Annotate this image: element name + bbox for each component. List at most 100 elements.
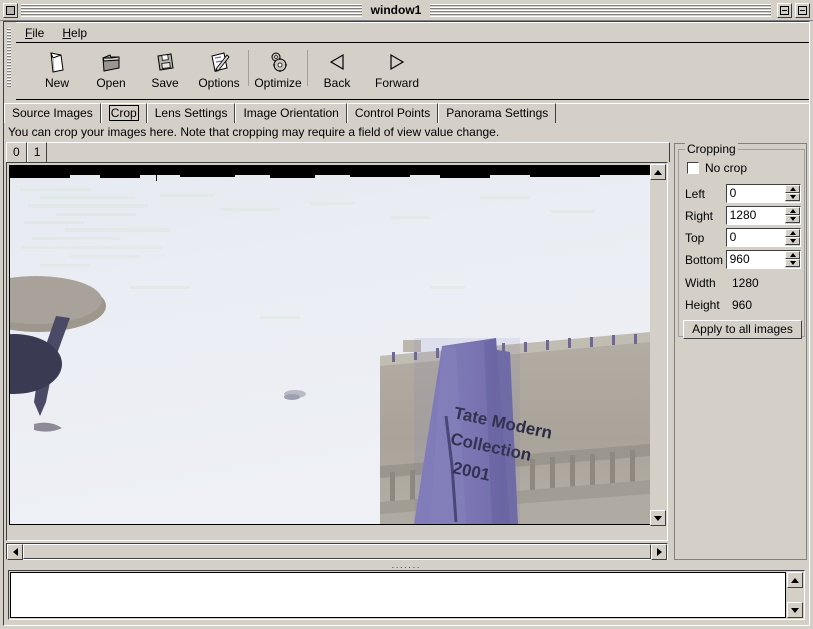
image-canvas[interactable]: Tate Modern Collection 2001 bbox=[9, 165, 651, 525]
image-tab-1[interactable]: 1 bbox=[27, 142, 48, 162]
toolbar-open-button[interactable]: Open bbox=[84, 44, 138, 96]
apply-to-all-images-button[interactable]: Apply to all images bbox=[683, 320, 802, 339]
menu-help-label-rest: elp bbox=[71, 26, 87, 40]
system-menu-button[interactable] bbox=[3, 3, 18, 18]
crop-top-spin-buttons[interactable] bbox=[785, 229, 800, 246]
scroll-up-button[interactable] bbox=[650, 164, 666, 180]
crop-top-decrement-button[interactable] bbox=[785, 237, 800, 245]
crop-bottom-decrement-button[interactable] bbox=[785, 259, 800, 267]
crop-left-spinner[interactable]: 0 bbox=[726, 184, 801, 203]
arrow-up-icon bbox=[790, 187, 796, 191]
arrow-up-icon bbox=[790, 231, 796, 235]
crop-right-spin-buttons[interactable] bbox=[785, 207, 800, 224]
tab-source-images-label: Source Images bbox=[12, 106, 93, 120]
toolbar-options-button[interactable]: Options bbox=[192, 44, 246, 96]
options-pencil-icon bbox=[206, 49, 232, 75]
crop-left-input[interactable]: 0 bbox=[727, 185, 785, 202]
image-tab-0[interactable]: 0 bbox=[6, 142, 27, 162]
canvas-frame: Tate Modern Collection 2001 bbox=[6, 162, 668, 541]
crop-bottom-spinner[interactable]: 960 bbox=[726, 250, 801, 269]
toolbar-new-button[interactable]: New bbox=[30, 44, 84, 96]
crop-right-label: Right bbox=[685, 209, 726, 223]
canvas-horizontal-scrollbar[interactable] bbox=[6, 543, 668, 560]
toolbar-separator-2 bbox=[307, 50, 308, 86]
tab-crop-label: Crop bbox=[109, 105, 139, 121]
menu-file-label-rest: ile bbox=[32, 26, 44, 40]
crop-width-value: 1280 bbox=[732, 276, 759, 290]
crop-right-spinner[interactable]: 1280 bbox=[726, 206, 801, 225]
menu-help[interactable]: Help bbox=[53, 24, 96, 42]
log-scroll-down-button[interactable] bbox=[787, 602, 803, 618]
scroll-right-button[interactable] bbox=[651, 544, 667, 560]
arrow-up-icon bbox=[790, 253, 796, 257]
splitter-sash[interactable]: ....... bbox=[4, 562, 809, 570]
tab-image-orientation[interactable]: Image Orientation bbox=[235, 103, 346, 123]
crop-left-spin-buttons[interactable] bbox=[785, 185, 800, 202]
arrow-down-icon bbox=[791, 608, 799, 613]
crop-top-increment-button[interactable] bbox=[785, 229, 800, 237]
horizontal-scroll-thumb[interactable] bbox=[23, 544, 651, 559]
crop-right-increment-button[interactable] bbox=[785, 207, 800, 215]
cropping-panel: Cropping No crop Left 0 bbox=[674, 143, 807, 560]
no-crop-checkbox[interactable] bbox=[687, 162, 699, 174]
crop-right-decrement-button[interactable] bbox=[785, 215, 800, 223]
tab-lens-settings-label: Lens Settings bbox=[155, 106, 228, 120]
notebook-tabs: Source Images Crop Lens Settings Image O… bbox=[4, 101, 809, 123]
toolbar-options-label: Options bbox=[198, 76, 239, 90]
tab-crop[interactable]: Crop bbox=[101, 103, 147, 123]
crop-bottom-label: Bottom bbox=[685, 253, 726, 267]
tab-image-orientation-label: Image Orientation bbox=[243, 106, 338, 120]
crop-bottom-increment-button[interactable] bbox=[785, 251, 800, 259]
arrow-down-icon bbox=[654, 516, 662, 521]
tool-bar: New Open Save bbox=[16, 44, 809, 100]
crop-width-label: Width bbox=[685, 276, 732, 290]
restore-window-icon bbox=[780, 6, 789, 15]
toolbar-back-button[interactable]: Back bbox=[310, 44, 364, 96]
tab-control-points[interactable]: Control Points bbox=[347, 103, 438, 123]
crop-left-decrement-button[interactable] bbox=[785, 193, 800, 201]
sash-grip-dots: ....... bbox=[392, 562, 422, 570]
title-grip-left bbox=[21, 4, 362, 17]
arrow-up-icon bbox=[791, 578, 799, 583]
toolbar-save-button[interactable]: Save bbox=[138, 44, 192, 96]
crop-right-input[interactable]: 1280 bbox=[727, 207, 785, 224]
toolbar-separator-1 bbox=[248, 50, 249, 86]
restore-window-button[interactable] bbox=[777, 3, 792, 18]
help-text: You can crop your images here. Note that… bbox=[4, 123, 809, 141]
crop-bottom-input[interactable]: 960 bbox=[727, 251, 785, 268]
no-crop-checkbox-row[interactable]: No crop bbox=[687, 161, 747, 175]
optimize-gears-icon bbox=[265, 49, 291, 75]
crop-height-label: Height bbox=[685, 298, 732, 312]
title-bar: window1 bbox=[0, 0, 813, 21]
toolbar-forward-button[interactable]: Forward bbox=[364, 44, 430, 96]
menu-file[interactable]: File bbox=[16, 24, 53, 42]
log-vertical-scrollbar[interactable] bbox=[787, 572, 803, 618]
log-textarea[interactable] bbox=[10, 572, 786, 618]
toolbar-new-label: New bbox=[45, 76, 69, 90]
arrow-down-icon bbox=[790, 261, 796, 265]
toolbar-drag-grip[interactable] bbox=[4, 22, 14, 100]
tab-panorama-settings[interactable]: Panorama Settings bbox=[438, 103, 556, 123]
log-scroll-up-button[interactable] bbox=[787, 572, 803, 588]
image-tab-filler bbox=[47, 142, 670, 162]
crop-top-spinner[interactable]: 0 bbox=[726, 228, 801, 247]
tab-lens-settings[interactable]: Lens Settings bbox=[147, 103, 236, 123]
system-menu-icon bbox=[6, 6, 15, 15]
menu-bar: File Help bbox=[16, 22, 809, 43]
crop-top-input[interactable]: 0 bbox=[727, 229, 785, 246]
tab-source-images[interactable]: Source Images bbox=[4, 103, 101, 123]
vertical-scroll-track[interactable] bbox=[650, 180, 666, 510]
maximize-window-button[interactable] bbox=[795, 3, 810, 18]
arrow-down-icon bbox=[790, 195, 796, 199]
crop-left-increment-button[interactable] bbox=[785, 185, 800, 193]
scroll-left-button[interactable] bbox=[7, 544, 23, 560]
crop-height-value: 960 bbox=[732, 298, 752, 312]
cropping-groupbox: Cropping No crop Left 0 bbox=[678, 149, 805, 337]
canvas-vertical-scrollbar[interactable] bbox=[650, 164, 666, 526]
toolbar-optimize-button[interactable]: Optimize bbox=[251, 44, 305, 96]
scroll-down-button[interactable] bbox=[650, 510, 666, 526]
tab-control-points-label: Control Points bbox=[355, 106, 430, 120]
crop-width-row: Width 1280 bbox=[685, 274, 801, 292]
arrow-left-icon bbox=[13, 548, 18, 556]
crop-bottom-spin-buttons[interactable] bbox=[785, 251, 800, 268]
